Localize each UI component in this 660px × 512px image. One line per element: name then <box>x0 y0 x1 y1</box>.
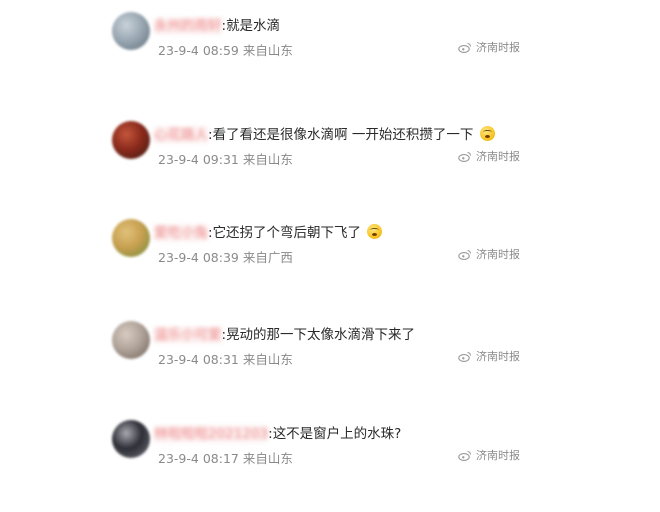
comment-date: 23-9-4 <box>158 451 199 466</box>
comment-line: 林啦啦啦2021203:这不是窗户上的水珠? <box>154 422 401 442</box>
comment-time: 09:31 <box>202 152 239 167</box>
comment-item: 心花路人:看了看还是很像水滴啊 一开始还积攒了一下 23-9-4 09:31 来… <box>0 113 660 213</box>
comment-time: 08:17 <box>202 451 239 466</box>
source-tag[interactable]: 济南时报 <box>458 348 520 364</box>
comment-item: 永州的雨轩:就是水滴 23-9-4 08:59 来自山东 济南时报 <box>0 8 660 108</box>
comment-text: 晃动的那一下太像水滴滑下来了 <box>226 327 416 343</box>
comment-date: 23-9-4 <box>158 250 199 265</box>
emoji-icon <box>479 126 495 141</box>
comment-date: 23-9-4 <box>158 152 199 167</box>
source-tag[interactable]: 济南时报 <box>458 246 520 262</box>
comment-time: 08:31 <box>202 352 239 367</box>
comment-meta: 23-9-4 08:17 来自山东 <box>158 448 293 467</box>
avatar[interactable] <box>112 12 150 50</box>
comment-location: 来自山东 <box>242 152 293 167</box>
weibo-icon <box>458 151 472 162</box>
comment-item: 林啦啦啦2021203:这不是窗户上的水珠? 23-9-4 08:17 来自山东… <box>0 412 660 512</box>
comment-line: 爱吃小兔:它还拐了个弯后朝下飞了 <box>154 221 383 241</box>
source-label: 济南时报 <box>476 350 520 363</box>
source-label: 济南时报 <box>476 449 520 462</box>
comment-meta: 23-9-4 08:39 来自广西 <box>158 247 293 266</box>
avatar[interactable] <box>112 321 150 359</box>
comment-text: 这不是窗户上的水珠? <box>272 426 402 442</box>
weibo-icon <box>458 42 472 53</box>
comment-item: 温乐小可爱:晃动的那一下太像水滴滑下来了 23-9-4 08:31 来自山东 济… <box>0 313 660 413</box>
comment-line: 心花路人:看了看还是很像水滴啊 一开始还积攒了一下 <box>154 123 495 143</box>
comment-text: 它还拐了个弯后朝下飞了 <box>212 225 362 241</box>
nickname[interactable]: 爱吃小兔 <box>154 225 208 241</box>
comment-item: 爱吃小兔:它还拐了个弯后朝下飞了 23-9-4 08:39 来自广西 济南时报 <box>0 211 660 311</box>
avatar[interactable] <box>112 121 150 159</box>
comment-time: 08:59 <box>202 43 239 58</box>
comment-meta: 23-9-4 08:31 来自山东 <box>158 349 293 368</box>
comment-location: 来自广西 <box>242 250 293 265</box>
source-label: 济南时报 <box>476 248 520 261</box>
comment-location: 来自山东 <box>242 352 293 367</box>
nickname[interactable]: 温乐小可爱 <box>154 327 222 343</box>
comment-time: 08:39 <box>202 250 239 265</box>
source-label: 济南时报 <box>476 41 520 54</box>
avatar[interactable] <box>112 219 150 257</box>
comment-location: 来自山东 <box>242 43 293 58</box>
comment-meta: 23-9-4 09:31 来自山东 <box>158 149 293 168</box>
weibo-icon <box>458 249 472 260</box>
source-tag[interactable]: 济南时报 <box>458 39 520 55</box>
comment-location: 来自山东 <box>242 451 293 466</box>
weibo-icon <box>458 450 472 461</box>
source-label: 济南时报 <box>476 150 520 163</box>
comment-text: 就是水滴 <box>226 18 281 34</box>
comment-line: 永州的雨轩:就是水滴 <box>154 14 280 34</box>
nickname[interactable]: 心花路人 <box>154 127 208 143</box>
weibo-icon <box>458 351 472 362</box>
comment-meta: 23-9-4 08:59 来自山东 <box>158 40 293 59</box>
avatar[interactable] <box>112 420 150 458</box>
nickname[interactable]: 永州的雨轩 <box>154 18 222 34</box>
comment-line: 温乐小可爱:晃动的那一下太像水滴滑下来了 <box>154 323 415 343</box>
source-tag[interactable]: 济南时报 <box>458 148 520 164</box>
comment-date: 23-9-4 <box>158 43 199 58</box>
comment-date: 23-9-4 <box>158 352 199 367</box>
emoji-icon <box>367 224 383 239</box>
source-tag[interactable]: 济南时报 <box>458 447 520 463</box>
comment-text: 看了看还是很像水滴啊 一开始还积攒了一下 <box>212 127 474 143</box>
nickname[interactable]: 林啦啦啦2021203 <box>154 426 269 442</box>
